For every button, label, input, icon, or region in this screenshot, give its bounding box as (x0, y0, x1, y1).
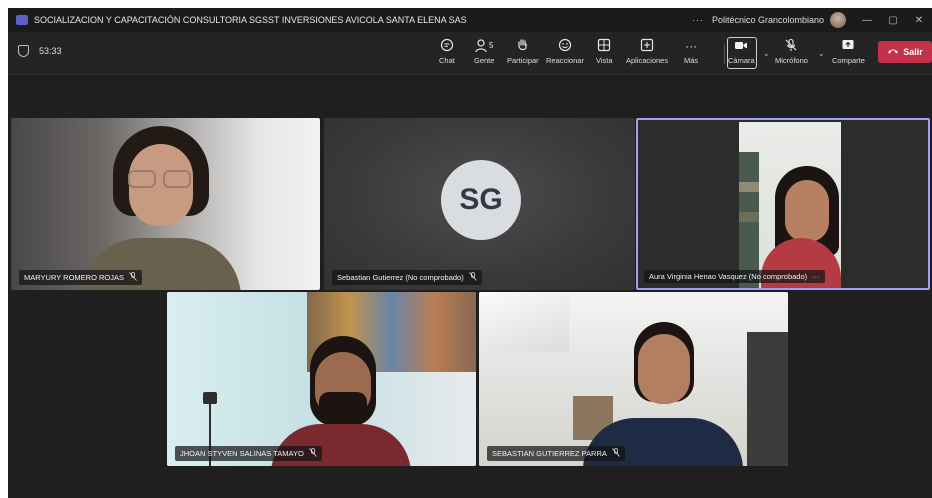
participant-name-label: SEBASTIAN GUTIERREZ PARRA (487, 446, 625, 461)
raise-hand-label: Participar (507, 56, 539, 65)
people-label: Gente (474, 56, 495, 65)
leave-button[interactable]: Salir (878, 41, 932, 63)
shield-icon (18, 45, 29, 57)
meeting-title: SOCIALIZACION Y CAPACITACIÓN CONSULTORIA… (34, 15, 467, 25)
meeting-toolbar: 53:33 Chat 5 Gente Participar Reaccionar… (8, 32, 932, 75)
view-label: Vista (596, 56, 613, 65)
share-button[interactable]: Comparte (832, 38, 865, 65)
close-button[interactable]: ✕ (906, 15, 932, 26)
organization-name: Politécnico Grancolombiano (711, 15, 824, 25)
participant-initials-avatar: SG (441, 160, 521, 240)
maximize-button[interactable]: ▢ (880, 15, 906, 26)
video-tile-jhoan[interactable]: JHOAN STYVEN SALINAS TAMAYO (167, 292, 476, 466)
user-avatar[interactable] (830, 12, 846, 28)
react-button[interactable]: Reaccionar (546, 38, 584, 65)
video-tile-sebastian-parra[interactable]: SEBASTIAN GUTIERREZ PARRA (479, 292, 788, 466)
camera-icon (734, 38, 748, 54)
teams-meeting-window: SOCIALIZACION Y CAPACITACIÓN CONSULTORIA… (8, 8, 932, 498)
chat-icon (440, 38, 454, 54)
mic-off-icon (129, 272, 137, 283)
participant-name: SEBASTIAN GUTIERREZ PARRA (492, 449, 607, 458)
timer-text: 53:33 (39, 46, 62, 56)
chat-label: Chat (439, 56, 455, 65)
participant-name-label: Sebastian Gutierrez (No comprobado) (332, 270, 482, 285)
video-tile-aura-virginia[interactable]: Aura Virginia Henao Vasquez (No comproba… (636, 118, 930, 290)
camera-options-chevron-icon[interactable]: ⌄ (763, 49, 770, 58)
participant-video-maryury (81, 126, 241, 290)
smiley-icon (558, 38, 572, 54)
camera-button[interactable]: Cámara (728, 38, 755, 65)
microphone-label: Micrófono (775, 56, 808, 65)
video-tile-maryury[interactable]: MARYURY ROMERO ROJAS (11, 118, 320, 290)
toolbar-divider (724, 44, 725, 64)
chat-button[interactable]: Chat (439, 38, 455, 65)
camera-label: Cámara (728, 56, 755, 65)
more-actions-button[interactable]: ··· Más (684, 38, 698, 65)
microphone-button[interactable]: Micrófono (775, 38, 808, 65)
participant-name-label: JHOAN STYVEN SALINAS TAMAYO (175, 446, 322, 461)
titlebar-more-icon[interactable]: ··· (692, 15, 704, 25)
mic-options-chevron-icon[interactable]: ⌄ (818, 49, 825, 58)
more-dots-icon: ··· (685, 39, 698, 53)
participant-name: JHOAN STYVEN SALINAS TAMAYO (180, 449, 304, 458)
participant-name-label: MARYURY ROMERO ROJAS (19, 270, 143, 285)
mic-off-icon (784, 38, 798, 54)
people-button[interactable]: 5 Gente (474, 38, 494, 65)
mic-off-icon (468, 272, 477, 283)
react-label: Reaccionar (546, 56, 584, 65)
teams-app-icon (16, 15, 28, 25)
apps-label: Aplicaciones (626, 56, 669, 65)
wall-device (203, 392, 217, 404)
phone-hangup-icon (887, 47, 899, 57)
people-icon: 5 (475, 38, 493, 54)
participant-name: Aura Virginia Henao Vasquez (No comproba… (649, 272, 808, 281)
share-screen-icon (841, 38, 855, 54)
leave-label: Salir (903, 47, 923, 57)
raise-hand-button[interactable]: Participar (507, 38, 539, 65)
hand-icon (516, 38, 529, 54)
title-bar: SOCIALIZACION Y CAPACITACIÓN CONSULTORIA… (8, 8, 932, 32)
participant-name: MARYURY ROMERO ROJAS (24, 273, 125, 282)
minimize-button[interactable]: — (854, 15, 880, 26)
mic-off-icon (308, 448, 317, 459)
grid-view-icon (597, 38, 611, 54)
more-label: Más (684, 56, 699, 65)
participant-video-aura (739, 122, 841, 288)
participant-more-icon[interactable]: ··· (812, 272, 820, 281)
participant-name-label: Aura Virginia Henao Vasquez (No comproba… (644, 270, 825, 283)
view-button[interactable]: Vista (596, 38, 613, 65)
people-count: 5 (488, 41, 494, 50)
video-tile-sebastian-gutierrez[interactable]: SG Sebastian Gutierrez (No comprobado) (324, 118, 635, 290)
apps-plus-icon (640, 38, 654, 54)
mic-off-icon (612, 448, 620, 459)
participant-name: Sebastian Gutierrez (No comprobado) (337, 273, 464, 282)
apps-button[interactable]: Aplicaciones (626, 38, 668, 65)
share-label: Comparte (832, 56, 865, 65)
meeting-timer: 53:33 (18, 45, 62, 57)
